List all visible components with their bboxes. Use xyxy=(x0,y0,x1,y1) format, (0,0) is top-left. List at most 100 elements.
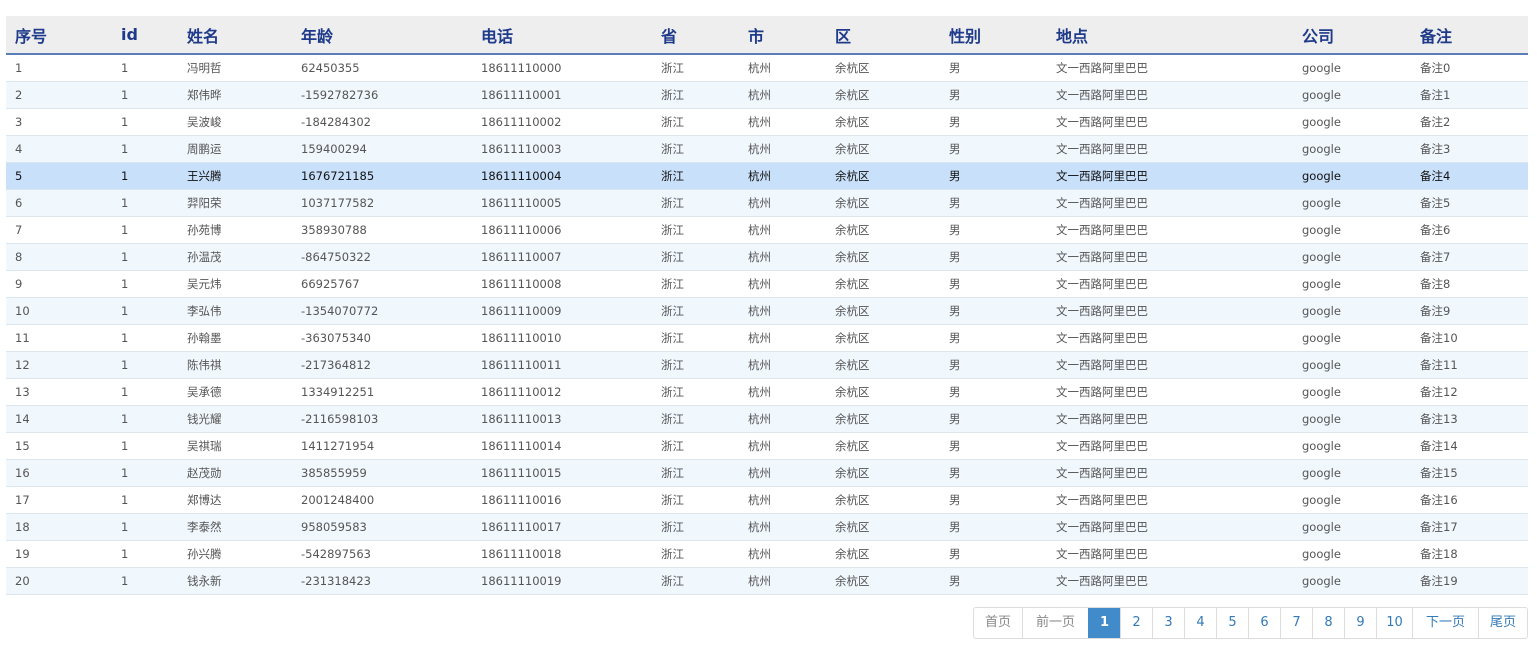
table-row[interactable]: 10 1 李弘伟 -1354070772 18611110009 浙江 杭州 余杭区男文一西路… xyxy=(6,297,1528,325)
cell-name: 陈伟祺 xyxy=(178,351,292,379)
table-row[interactable]: 9 1 吴元炜 66925767 18611110008 浙江 杭州 余杭区男文一西路阿里巴巴… xyxy=(6,270,1528,298)
page-button-2[interactable]: 2 xyxy=(1120,608,1152,638)
column-header-province[interactable]: 省 xyxy=(652,16,739,55)
table-row[interactable]: 20 1 钱永新 -231318423 18611110019 浙江 杭州 余杭区男文一西路阿… xyxy=(6,567,1528,595)
page-button-9[interactable]: 9 xyxy=(1344,608,1376,638)
table-row[interactable]: 18 1 李泰然 958059583 18611110017 浙江 杭州 余杭区男文一西路阿里… xyxy=(6,513,1528,541)
page-button-1[interactable]: 1 xyxy=(1088,608,1121,638)
cell-gender: 男 xyxy=(940,297,1047,325)
table-row[interactable]: 16 1 赵茂勋 385855959 18611110015 浙江 杭州 余杭区男文一西路阿里… xyxy=(6,459,1528,487)
cell-id: 1 xyxy=(112,351,178,379)
cell-gender: 男 xyxy=(940,405,1047,433)
table-row[interactable]: 4 1 周鹏运 159400294 18611110003 浙江 杭州 余杭区男文一西路阿里巴… xyxy=(6,135,1528,163)
pagination: 首页 前一页 1 2 3 4 5 6 7 8 9 10 下一页 尾页 xyxy=(973,607,1529,639)
table-row[interactable]: 14 1 钱光耀 -2116598103 18611110013 浙江 杭州 余杭区男文一西路… xyxy=(6,405,1528,433)
column-header-location[interactable]: 地点 xyxy=(1047,16,1293,55)
column-header-seq[interactable]: 序号 xyxy=(6,16,112,55)
cell-phone: 18611110014 xyxy=(472,432,652,460)
page-button-4[interactable]: 4 xyxy=(1184,608,1216,638)
first-page-button[interactable]: 首页 xyxy=(974,608,1022,638)
column-header-district[interactable]: 区 xyxy=(826,16,940,55)
cell-seq: 2 xyxy=(6,81,112,109)
cell-province: 浙江 xyxy=(652,162,739,190)
page-button-10[interactable]: 10 xyxy=(1376,608,1412,638)
cell-company: google xyxy=(1293,243,1411,271)
next-page-button[interactable]: 下一页 xyxy=(1412,608,1478,638)
cell-phone: 18611110000 xyxy=(472,54,652,82)
table-row[interactable]: 7 1 孙苑博 358930788 18611110006 浙江 杭州 余杭区男文一西路阿里巴… xyxy=(6,216,1528,244)
column-header-company[interactable]: 公司 xyxy=(1293,16,1411,55)
column-header-city[interactable]: 市 xyxy=(739,16,826,55)
table-row[interactable]: 11 1 孙翰墨 -363075340 18611110010 浙江 杭州 余杭区男文一西路阿… xyxy=(6,324,1528,352)
cell-district: 余杭区 xyxy=(826,567,940,595)
table-row[interactable]: 1 1 冯明哲 62450355 18611110000 浙江 杭州 余杭区男文一西路阿里巴巴… xyxy=(6,54,1528,82)
cell-location: 文一西路阿里巴巴 xyxy=(1047,297,1293,325)
cell-remark: 备注16 xyxy=(1411,486,1528,514)
cell-age: 62450355 xyxy=(292,54,472,82)
cell-phone: 18611110009 xyxy=(472,297,652,325)
cell-gender: 男 xyxy=(940,243,1047,271)
cell-phone: 18611110017 xyxy=(472,513,652,541)
cell-name: 钱光耀 xyxy=(178,405,292,433)
cell-province: 浙江 xyxy=(652,540,739,568)
cell-province: 浙江 xyxy=(652,432,739,460)
cell-gender: 男 xyxy=(940,567,1047,595)
cell-province: 浙江 xyxy=(652,378,739,406)
page-button-6[interactable]: 6 xyxy=(1248,608,1280,638)
cell-district: 余杭区 xyxy=(826,108,940,136)
cell-province: 浙江 xyxy=(652,567,739,595)
cell-seq: 8 xyxy=(6,243,112,271)
cell-remark: 备注9 xyxy=(1411,297,1528,325)
table-row[interactable]: 5 1 王兴腾 1676721185 18611110004 浙江 杭州 余杭区男文一西路阿里… xyxy=(6,162,1528,190)
cell-age: -1354070772 xyxy=(292,297,472,325)
column-header-id[interactable]: id xyxy=(112,16,178,55)
table-row[interactable]: 13 1 吴承德 1334912251 18611110012 浙江 杭州 余杭区男文一西路阿… xyxy=(6,378,1528,406)
table-row[interactable]: 12 1 陈伟祺 -217364812 18611110011 浙江 杭州 余杭区男文一西路阿… xyxy=(6,351,1528,379)
cell-seq: 18 xyxy=(6,513,112,541)
cell-seq: 6 xyxy=(6,189,112,217)
cell-seq: 20 xyxy=(6,567,112,595)
cell-age: 1037177582 xyxy=(292,189,472,217)
data-table: 序号 id 姓名 年龄 电话 省 市 区 性别 地点 公司 备注 1 1 冯明哲 62… xyxy=(6,16,1528,595)
cell-age: 1411271954 xyxy=(292,432,472,460)
table-row[interactable]: 19 1 孙兴腾 -542897563 18611110018 浙江 杭州 余杭区男文一西路阿… xyxy=(6,540,1528,568)
page-button-3[interactable]: 3 xyxy=(1152,608,1184,638)
table-header-row: 序号 id 姓名 年龄 电话 省 市 区 性别 地点 公司 备注 xyxy=(6,16,1528,55)
table-row[interactable]: 15 1 吴祺瑞 1411271954 18611110014 浙江 杭州 余杭区男文一西路阿… xyxy=(6,432,1528,460)
page-button-5[interactable]: 5 xyxy=(1216,608,1248,638)
cell-company: google xyxy=(1293,108,1411,136)
table-row[interactable]: 17 1 郑博达 2001248400 18611110016 浙江 杭州 余杭区男文一西路阿… xyxy=(6,486,1528,514)
cell-phone: 18611110011 xyxy=(472,351,652,379)
cell-company: google xyxy=(1293,216,1411,244)
cell-phone: 18611110018 xyxy=(472,540,652,568)
cell-location: 文一西路阿里巴巴 xyxy=(1047,351,1293,379)
cell-location: 文一西路阿里巴巴 xyxy=(1047,486,1293,514)
cell-district: 余杭区 xyxy=(826,513,940,541)
prev-page-button[interactable]: 前一页 xyxy=(1022,608,1088,638)
table-row[interactable]: 8 1 孙温茂 -864750322 18611110007 浙江 杭州 余杭区男文一西路阿里… xyxy=(6,243,1528,271)
column-header-remark[interactable]: 备注 xyxy=(1411,16,1528,55)
cell-gender: 男 xyxy=(940,351,1047,379)
cell-province: 浙江 xyxy=(652,243,739,271)
cell-location: 文一西路阿里巴巴 xyxy=(1047,216,1293,244)
table-row[interactable]: 3 1 吴波峻 -184284302 18611110002 浙江 杭州 余杭区男文一西路阿里… xyxy=(6,108,1528,136)
cell-name: 吴波峻 xyxy=(178,108,292,136)
cell-name: 王兴腾 xyxy=(178,162,292,190)
cell-location: 文一西路阿里巴巴 xyxy=(1047,243,1293,271)
cell-company: google xyxy=(1293,405,1411,433)
last-page-button[interactable]: 尾页 xyxy=(1478,608,1527,638)
table-row[interactable]: 2 1 郑伟晔 -1592782736 18611110001 浙江 杭州 余杭区男文一西路阿… xyxy=(6,81,1528,109)
cell-gender: 男 xyxy=(940,378,1047,406)
cell-seq: 17 xyxy=(6,486,112,514)
column-header-name[interactable]: 姓名 xyxy=(178,16,292,55)
column-header-age[interactable]: 年龄 xyxy=(292,16,472,55)
cell-gender: 男 xyxy=(940,189,1047,217)
cell-company: google xyxy=(1293,432,1411,460)
table-row[interactable]: 6 1 羿阳荣 1037177582 18611110005 浙江 杭州 余杭区男文一西路阿里… xyxy=(6,189,1528,217)
page-button-8[interactable]: 8 xyxy=(1312,608,1344,638)
page-button-7[interactable]: 7 xyxy=(1280,608,1312,638)
cell-district: 余杭区 xyxy=(826,540,940,568)
column-header-gender[interactable]: 性别 xyxy=(940,16,1047,55)
column-header-phone[interactable]: 电话 xyxy=(472,16,652,55)
cell-city: 杭州 xyxy=(739,324,826,352)
